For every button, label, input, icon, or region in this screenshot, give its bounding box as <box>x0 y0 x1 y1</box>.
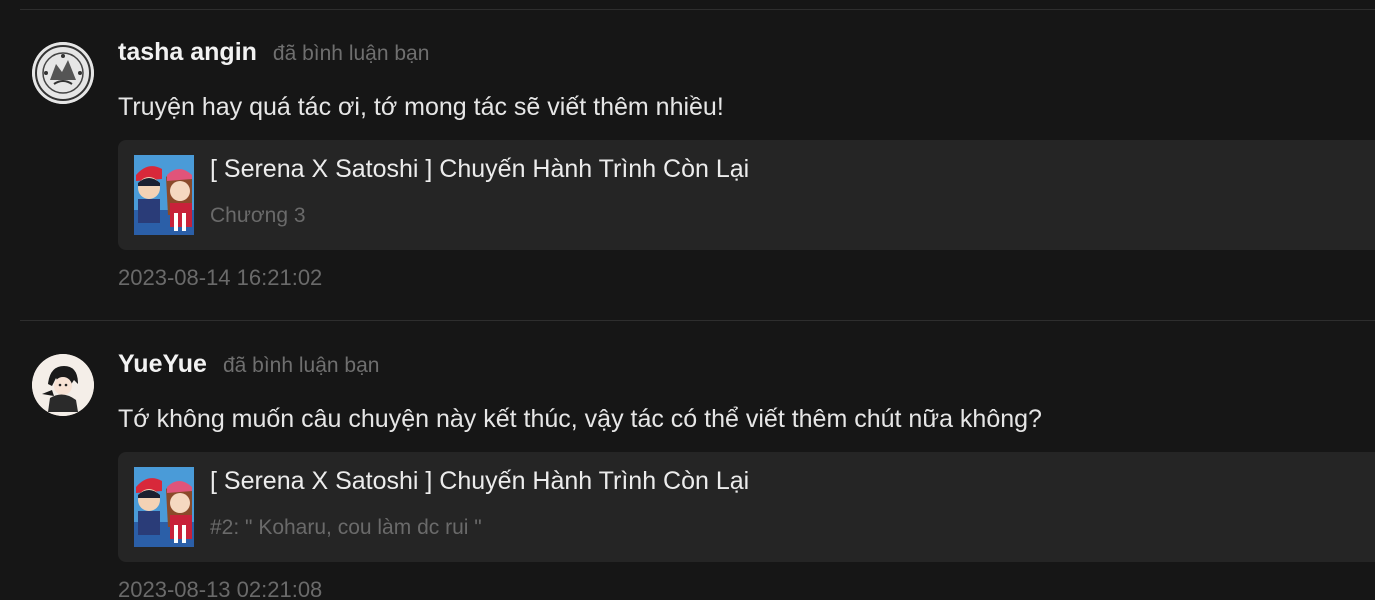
anime-character-avatar-icon <box>32 354 94 416</box>
user-avatar[interactable] <box>32 42 94 104</box>
comment-header: YueYue đã bình luận bạn <box>118 350 379 379</box>
comment-header: tasha angin đã bình luận bạn <box>118 38 429 67</box>
story-title[interactable]: [ Serena X Satoshi ] Chuyến Hành Trình C… <box>210 467 749 496</box>
action-text: đã bình luận bạn <box>272 42 430 65</box>
story-card[interactable]: [ Serena X Satoshi ] Chuyến Hành Trình C… <box>118 452 1375 562</box>
comment-timestamp: 2023-08-14 16:21:02 <box>118 265 323 290</box>
story-chapter[interactable]: #2: " Koharu, cou làm dc rui " <box>210 516 482 540</box>
story-card[interactable]: [ Serena X Satoshi ] Chuyến Hành Trình C… <box>118 140 1375 250</box>
story-cover-thumbnail <box>134 155 194 235</box>
story-chapter[interactable]: Chương 3 <box>210 204 306 228</box>
comment-item: tasha angin đã bình luận bạn Truyện hay … <box>0 0 1375 320</box>
action-text: đã bình luận bạn <box>222 354 380 377</box>
story-cover-icon <box>134 155 194 235</box>
story-cover-thumbnail <box>134 467 194 547</box>
comment-timestamp: 2023-08-13 02:21:08 <box>118 577 323 600</box>
stamp-seal-avatar-icon <box>32 42 94 104</box>
story-cover-icon <box>134 467 194 547</box>
user-avatar[interactable] <box>32 354 94 416</box>
comment-item: YueYue đã bình luận bạn Tớ không muốn câ… <box>0 312 1375 600</box>
comment-text: Truyện hay quá tác ơi, tớ mong tác sẽ vi… <box>118 93 724 121</box>
comment-text: Tớ không muốn câu chuyện này kết thúc, v… <box>118 405 1042 433</box>
user-name[interactable]: tasha angin <box>118 38 257 67</box>
user-name[interactable]: YueYue <box>118 350 207 379</box>
notification-list: tasha angin đã bình luận bạn Truyện hay … <box>0 0 1375 600</box>
story-title[interactable]: [ Serena X Satoshi ] Chuyến Hành Trình C… <box>210 155 749 184</box>
